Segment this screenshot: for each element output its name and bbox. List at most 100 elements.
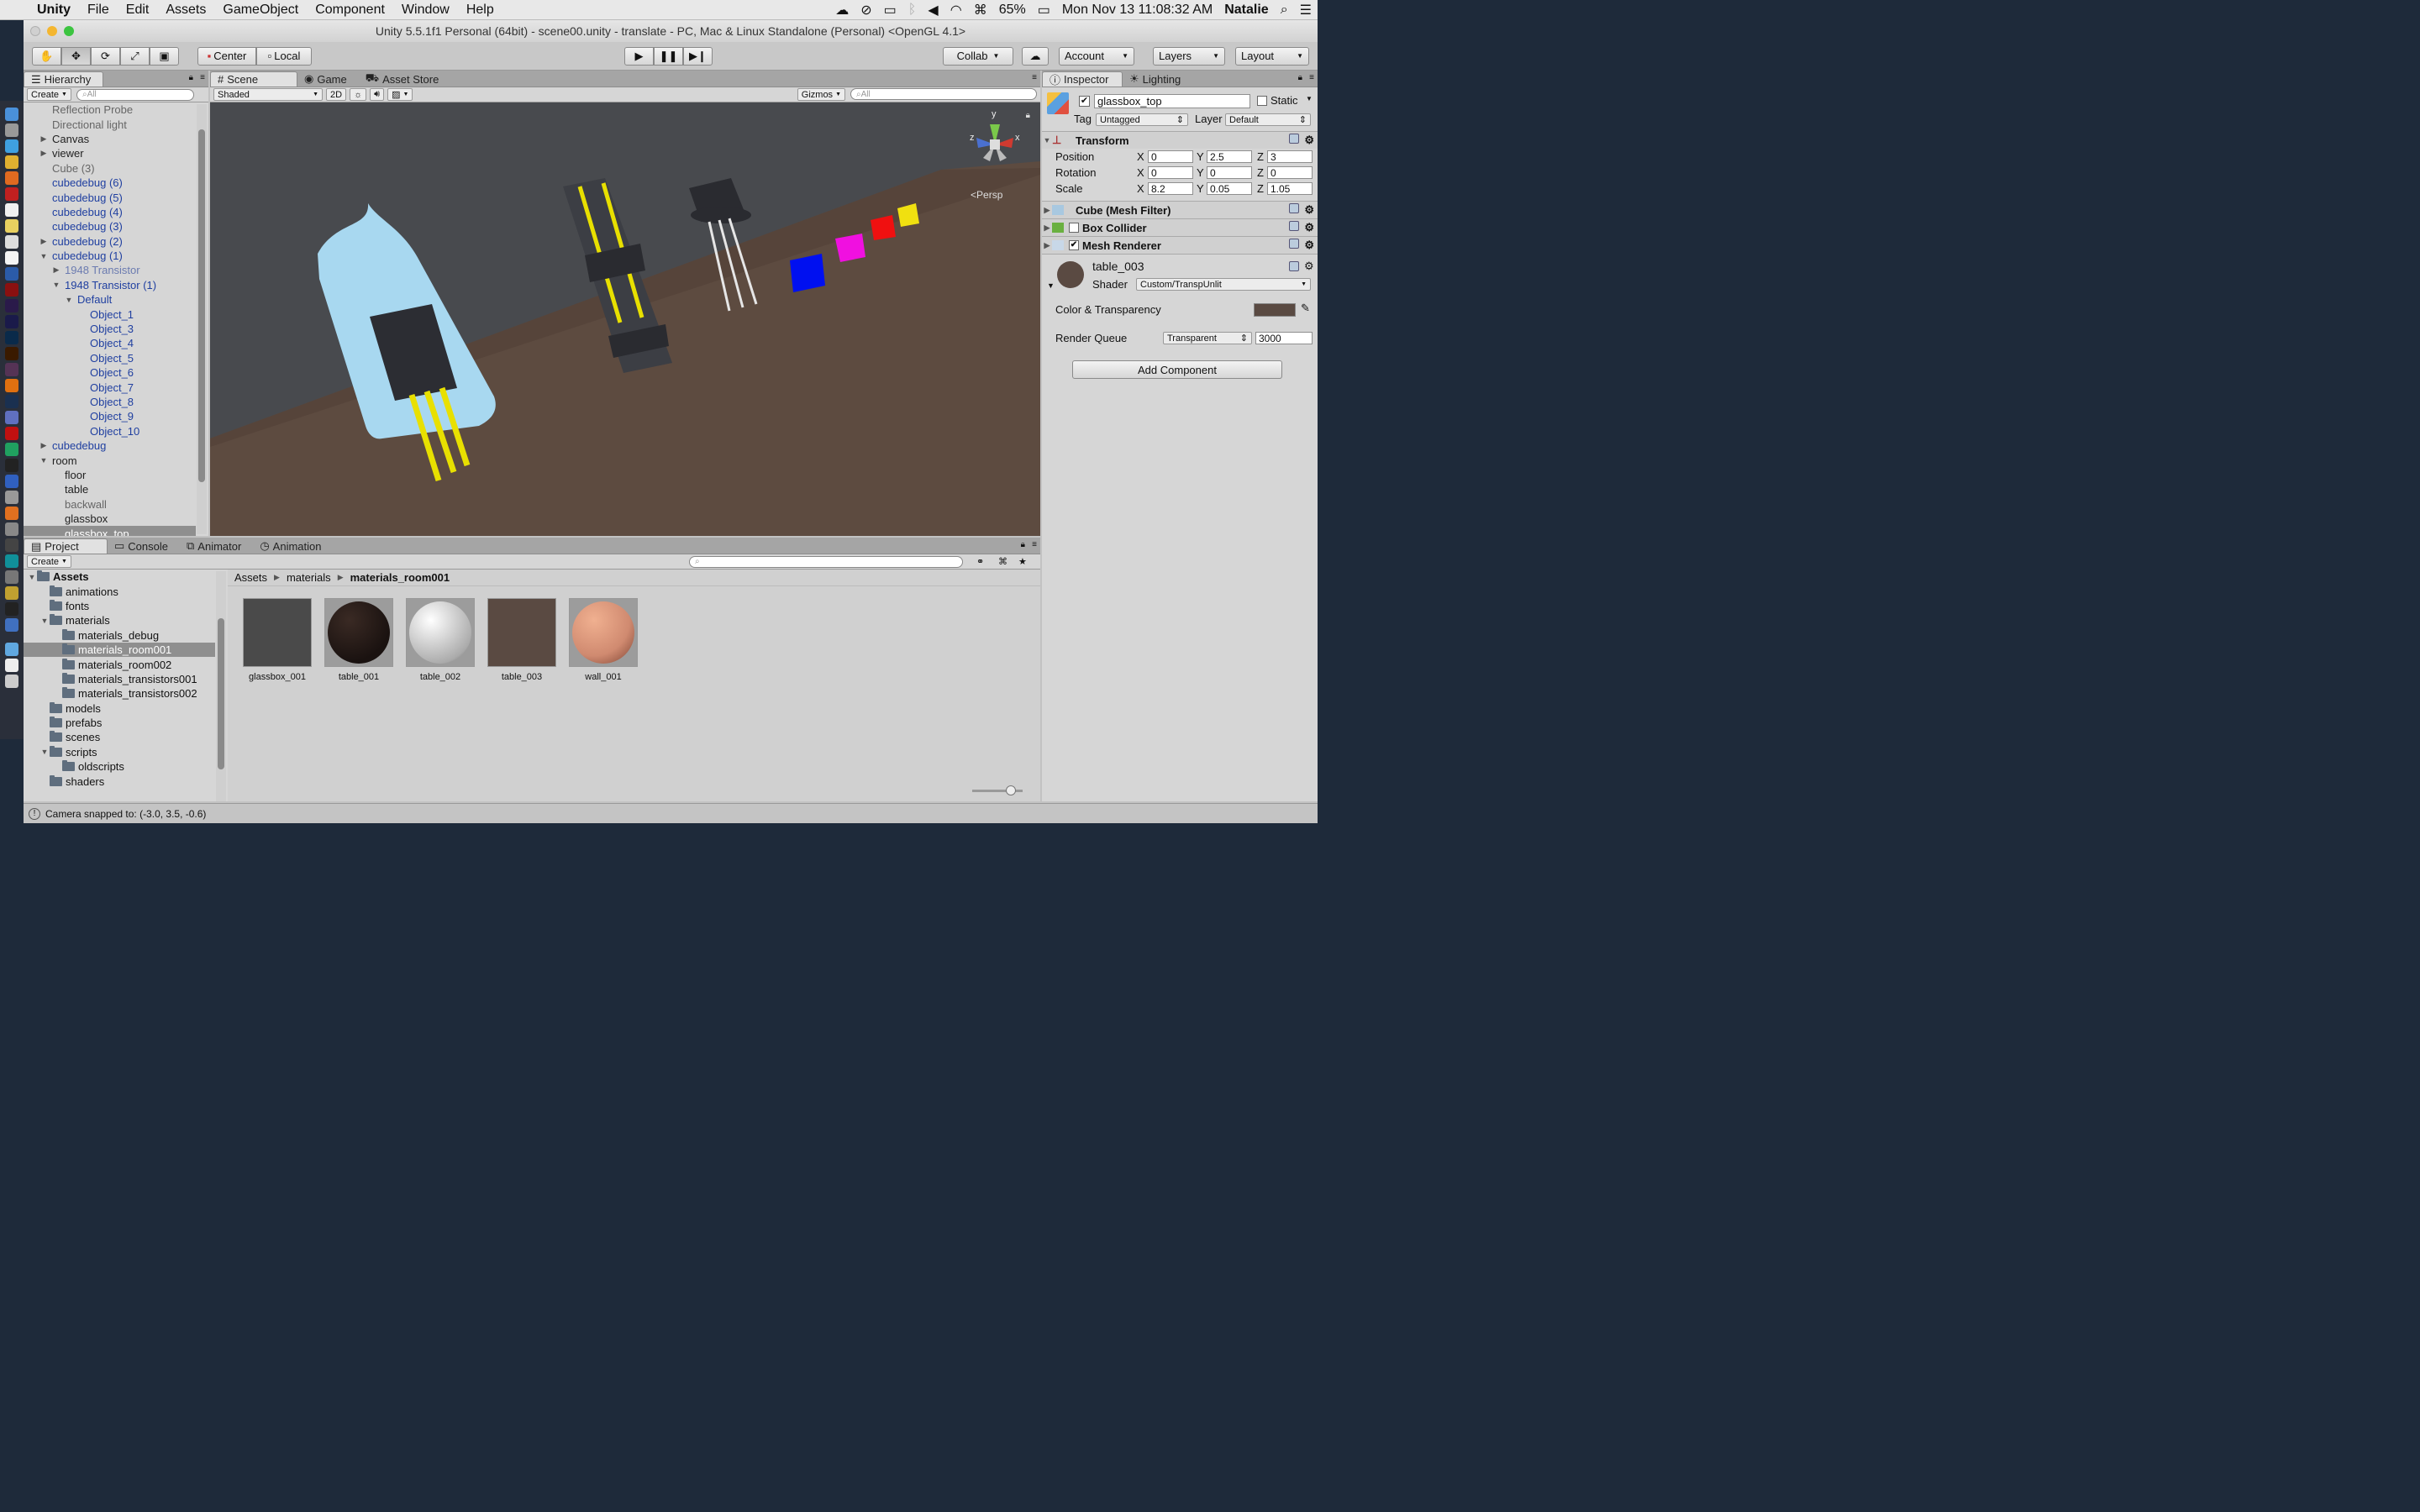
menu-assets[interactable]: Assets (157, 3, 214, 18)
folder-row[interactable]: models (24, 701, 215, 716)
hierarchy-row[interactable]: Object_8 (24, 395, 196, 409)
shading-mode-dropdown[interactable]: Shaded ▼ (213, 88, 323, 101)
material-asset-tile[interactable]: glassbox_001 (241, 598, 313, 682)
hierarchy-row[interactable]: ▶ viewer (24, 146, 196, 160)
rotation-y-field[interactable]: 0 (1207, 166, 1252, 179)
airplay-icon[interactable]: ▭ (878, 2, 902, 18)
render-queue-field[interactable]: 3000 (1255, 332, 1313, 344)
menu-help[interactable]: Help (458, 3, 502, 18)
tab-animator[interactable]: ⧉ Animator (180, 538, 253, 554)
folder-row[interactable]: ▼ scripts (24, 745, 215, 759)
filter-by-type-icon[interactable]: ⚭ (976, 556, 984, 567)
tag-dropdown[interactable]: Untagged ⇕ (1096, 113, 1188, 126)
pivot-local-button[interactable]: ▫ Local (256, 46, 312, 66)
position-y-field[interactable]: 2.5 (1207, 150, 1252, 163)
word-icon[interactable] (5, 267, 18, 281)
app7-icon[interactable] (5, 570, 18, 584)
shader-dropdown[interactable]: Custom/TranspUnlit ▼ (1136, 278, 1311, 291)
scene-viewport[interactable]: y x z <Persp 🔒︎ (210, 102, 1040, 536)
hierarchy-row[interactable]: Object_10 (24, 424, 196, 438)
hierarchy-row[interactable]: ▶ cubedebug (24, 438, 196, 453)
collapsed-arrow-icon[interactable]: ▶ (39, 441, 49, 450)
scale-y-field[interactable]: 0.05 (1207, 182, 1252, 195)
lock-icon[interactable]: 🔒︎ (1021, 540, 1025, 549)
gear-icon[interactable]: ⚙ (1304, 203, 1314, 217)
position-x-field[interactable]: 0 (1148, 150, 1193, 163)
hierarchy-row[interactable]: Cube (3) (24, 161, 196, 176)
mesh-filter-header[interactable]: ▶ Cube (Mesh Filter) ⚙ (1042, 201, 1318, 218)
app3-icon[interactable] (5, 475, 18, 488)
mesh-renderer-checkbox[interactable]: ✔ (1069, 240, 1079, 250)
lock-icon[interactable]: 🔒︎ (1026, 111, 1030, 120)
scroll-thumb[interactable] (218, 618, 224, 769)
tab-game[interactable]: ◉ Game (297, 71, 359, 87)
favorite-star-icon[interactable]: ★ (1018, 556, 1027, 567)
rotate-tool-button[interactable]: ⟳ (91, 46, 120, 66)
hierarchy-row[interactable]: backwall (24, 497, 196, 512)
mesh-renderer-header[interactable]: ▶ ✔ Mesh Renderer ⚙ (1042, 236, 1318, 254)
tab-inspector[interactable]: ⓘ Inspector (1042, 71, 1123, 87)
folder-row[interactable]: shaders (24, 774, 215, 788)
minimize-window-button[interactable] (47, 26, 57, 36)
cloud-button[interactable]: ☁ (1022, 46, 1049, 66)
expanded-arrow-icon[interactable]: ▼ (64, 296, 74, 304)
layers-dropdown[interactable]: Layers ▼ (1153, 46, 1225, 66)
box-collider-header[interactable]: ▶ Box Collider ⚙ (1042, 218, 1318, 236)
tab-asset-store[interactable]: ⛟ Asset Store (359, 71, 451, 87)
animate-icon[interactable] (5, 283, 18, 297)
tree-scrollbar[interactable] (216, 571, 226, 801)
scroll-thumb[interactable] (198, 129, 205, 482)
clock[interactable]: Mon Nov 13 11:08:32 AM (1056, 3, 1218, 18)
scale-x-field[interactable]: 8.2 (1148, 182, 1193, 195)
menu-edit[interactable]: Edit (118, 3, 158, 18)
hierarchy-row[interactable]: Object_5 (24, 351, 196, 365)
hierarchy-row[interactable]: Reflection Probe (24, 102, 196, 117)
active-checkbox[interactable]: ✔ (1079, 96, 1090, 107)
app2-icon[interactable] (5, 443, 18, 456)
rotation-x-field[interactable]: 0 (1148, 166, 1193, 179)
hierarchy-row[interactable]: ▼ Default (24, 292, 196, 307)
app5-icon[interactable] (5, 522, 18, 536)
unity-icon[interactable] (5, 459, 18, 472)
tab-console[interactable]: ▭ Console (108, 538, 180, 554)
thumbnail-size-slider[interactable] (972, 785, 1023, 795)
folder-row[interactable]: animations (24, 584, 215, 598)
object-name-input[interactable]: glassbox_top (1094, 94, 1250, 108)
material-asset-tile[interactable]: table_002 (404, 598, 476, 682)
discord-icon[interactable] (5, 411, 18, 424)
folder-row[interactable]: prefabs (24, 716, 215, 730)
gear-icon[interactable]: ⚙ (1304, 134, 1314, 147)
folder-row[interactable]: materials_transistors001 (24, 672, 215, 686)
lock-icon[interactable]: 🔒︎ (189, 73, 193, 82)
pause-button[interactable]: ❚❚ (654, 46, 683, 66)
orientation-gizmo[interactable]: y x z (966, 109, 1023, 180)
menu-file[interactable]: File (79, 3, 118, 18)
bluetooth-icon[interactable]: ᛒ (902, 3, 923, 18)
hierarchy-row[interactable]: cubedebug (5) (24, 190, 196, 204)
launchpad-icon[interactable] (5, 123, 18, 137)
color-swatch[interactable] (1254, 303, 1296, 317)
step-button[interactable]: ▶❙ (683, 46, 713, 66)
material-asset-tile[interactable]: table_003 (486, 598, 558, 682)
layout-dropdown[interactable]: Layout ▼ (1235, 46, 1309, 66)
trash-icon[interactable] (5, 675, 18, 688)
notification-center-icon[interactable]: ☰ (1294, 2, 1318, 18)
close-window-button[interactable] (30, 26, 40, 36)
rotation-z-field[interactable]: 0 (1267, 166, 1313, 179)
gizmos-dropdown[interactable]: Gizmos ▼ (797, 88, 845, 101)
finder-icon[interactable] (5, 108, 18, 121)
folder-row[interactable]: ▼ Assets (24, 570, 215, 584)
material-asset-tile[interactable]: wall_001 (567, 598, 639, 682)
hand-tool-button[interactable]: ✋ (32, 46, 61, 66)
project-create-button[interactable]: Create ▼ (27, 555, 71, 568)
hierarchy-create-button[interactable]: Create ▼ (27, 88, 71, 101)
breadcrumb-assets[interactable]: Assets (234, 571, 267, 584)
after-effects-icon[interactable] (5, 315, 18, 328)
flash-icon[interactable] (5, 427, 18, 440)
hierarchy-row[interactable]: Object_3 (24, 322, 196, 336)
expand-arrow-icon[interactable]: ▼ (1047, 281, 1055, 290)
calendar-icon[interactable] (5, 203, 18, 217)
chevron-down-icon[interactable]: ▼ (1306, 95, 1313, 102)
illustrator-icon[interactable] (5, 347, 18, 360)
hierarchy-row[interactable]: ▶ cubedebug (2) (24, 234, 196, 249)
